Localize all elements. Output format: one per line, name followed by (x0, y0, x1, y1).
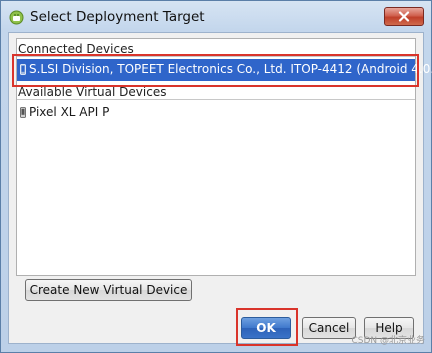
device-row-virtual[interactable]: Pixel XL API P (17, 102, 415, 124)
virtual-devices-header: Available Virtual Devices (18, 85, 167, 99)
title-bar[interactable]: Select Deployment Target (1, 1, 431, 33)
create-virtual-device-button[interactable]: Create New Virtual Device (25, 279, 192, 301)
close-button[interactable] (384, 7, 424, 26)
dialog-body: Connected Devices S.LSI Division, TOPEET… (8, 32, 432, 344)
device-list[interactable]: Connected Devices S.LSI Division, TOPEET… (16, 38, 432, 276)
device-row-connected[interactable]: S.LSI Division, TOPEET Electronics Co., … (17, 59, 432, 81)
android-icon (9, 10, 24, 25)
watermark: CSDN @北京业务 (351, 336, 425, 346)
phone-icon (20, 107, 26, 118)
dialog-title: Select Deployment Target (30, 9, 205, 25)
dialog-window: Select Deployment Target Connected Devic… (0, 0, 432, 353)
section-divider (17, 56, 415, 57)
device-label: Pixel XL API P (29, 105, 110, 119)
ok-button[interactable]: OK (241, 317, 291, 339)
close-icon (398, 11, 410, 22)
section-divider (17, 99, 415, 100)
phone-icon (20, 64, 26, 75)
cancel-button[interactable]: Cancel (302, 317, 356, 339)
connected-devices-header: Connected Devices (18, 42, 134, 56)
device-label: S.LSI Division, TOPEET Electronics Co., … (29, 62, 432, 76)
